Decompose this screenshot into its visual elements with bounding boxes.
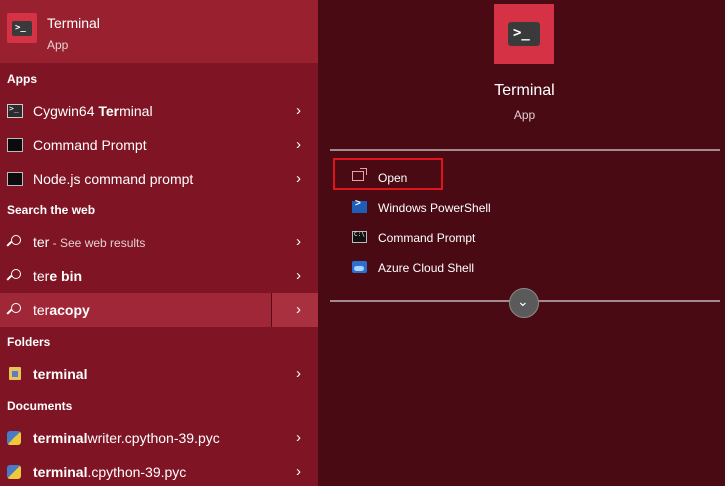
nodejs-prompt-icon [7,172,23,186]
best-match-terminal[interactable]: >_ Terminal App [0,0,318,63]
result-web-teracopy[interactable]: teracopy › [0,293,318,327]
chevron-right-icon[interactable]: › [296,429,301,446]
chevron-right-icon: › [296,301,301,318]
result-nodejs-command-prompt[interactable]: Node.js command prompt › [0,162,318,196]
command-prompt-icon [352,231,367,243]
cygwin-terminal-icon [7,104,23,118]
section-search-web: Search the web [7,203,96,217]
expand-result-button[interactable]: › [271,293,318,327]
result-label: Node.js command prompt [33,171,194,187]
python-file-icon [7,431,21,445]
command-prompt-icon [7,138,23,152]
action-label: Windows PowerShell [378,201,491,215]
open-icon [352,168,367,181]
search-icon [7,269,21,283]
terminal-large-icon: >_ [494,4,554,64]
result-label: Command Prompt [33,137,147,153]
result-label: Cygwin64 Terminal [33,103,153,119]
action-label: Open [378,171,408,185]
search-icon [7,303,21,317]
section-documents: Documents [7,399,73,413]
result-web-ter[interactable]: ter - See web results › [0,225,318,259]
result-label: terminal [33,366,88,382]
action-windows-powershell[interactable]: Windows PowerShell [352,196,652,220]
action-label: Command Prompt [378,231,476,245]
section-apps: Apps [7,72,37,86]
detail-type: App [513,108,536,122]
result-doc-terminalwriter[interactable]: terminalwriter.cpython-39.pyc › [0,421,318,455]
result-doc-terminal-cpython[interactable]: terminal.cpython-39.pyc › [0,455,318,486]
result-cygwin-terminal[interactable]: Cygwin64 Terminal › [0,94,318,128]
result-label: terminal.cpython-39.pyc [33,464,187,480]
powershell-icon [352,198,367,213]
expand-actions-button[interactable]: ⌄ [509,288,539,318]
chevron-right-icon[interactable]: › [296,136,301,153]
section-folders: Folders [7,335,51,349]
terminal-app-icon: >_ [7,13,37,43]
result-label: teracopy [33,302,90,318]
action-label: Azure Cloud Shell [378,261,475,275]
detail-title: Terminal [494,82,555,99]
chevron-right-icon[interactable]: › [296,170,301,187]
chevron-right-icon[interactable]: › [296,365,301,382]
search-icon [7,235,21,249]
result-label: ter - See web results [33,234,146,250]
python-file-icon [7,465,21,479]
chevron-right-icon[interactable]: › [296,463,301,480]
chevron-right-icon[interactable]: › [296,102,301,119]
action-open[interactable]: Open [352,166,652,190]
best-match-type: App [47,38,69,52]
result-command-prompt[interactable]: Command Prompt › [0,128,318,162]
action-azure-cloud-shell[interactable]: Azure Cloud Shell [352,256,652,280]
azure-cloud-shell-icon [352,261,367,273]
result-label: terminalwriter.cpython-39.pyc [33,430,220,446]
details-pane: >_ Terminal App Open Windows PowerShell … [330,0,725,486]
best-match-title: Terminal [47,15,100,31]
result-folder-terminal[interactable]: terminal › [0,357,318,391]
divider [330,149,720,151]
chevron-down-icon: ⌄ [517,293,529,309]
folder-icon [9,367,21,380]
result-web-tere-bin[interactable]: tere bin › [0,259,318,293]
chevron-right-icon[interactable]: › [296,267,301,284]
result-label: tere bin [33,268,83,284]
action-command-prompt[interactable]: Command Prompt [352,226,652,250]
chevron-right-icon[interactable]: › [296,233,301,250]
search-results-pane: >_ Terminal App Apps Cygwin64 Terminal ›… [0,0,318,486]
